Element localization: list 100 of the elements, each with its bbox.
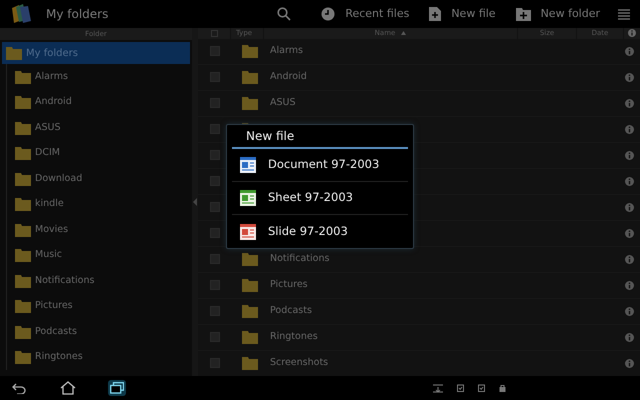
checkbox[interactable] xyxy=(210,332,220,342)
info-icon[interactable] xyxy=(625,332,634,342)
checkbox[interactable] xyxy=(210,176,220,186)
menu-item[interactable]: Slide 97-2003 xyxy=(232,215,408,248)
folder-icon xyxy=(242,330,258,344)
info-icon[interactable] xyxy=(625,306,634,316)
file-name[interactable]: Podcasts xyxy=(270,304,312,318)
folder-icon xyxy=(15,120,31,135)
word-document-icon xyxy=(240,157,256,173)
search-icon[interactable] xyxy=(277,7,292,21)
clock-icon xyxy=(321,7,336,21)
menu-item-label: Slide 97-2003 xyxy=(268,222,348,240)
collapse-arrow-icon xyxy=(193,198,197,206)
tree-item[interactable]: Music xyxy=(7,242,192,268)
folder-icon xyxy=(15,350,31,364)
tree-item[interactable]: Pictures xyxy=(7,294,192,319)
presentation-icon xyxy=(240,224,256,240)
folder-icon xyxy=(15,197,31,212)
info-icon xyxy=(628,29,636,38)
checkbox[interactable] xyxy=(210,358,220,368)
checkbox[interactable] xyxy=(210,98,220,108)
folder-icon xyxy=(15,222,31,237)
recent-apps-icon[interactable] xyxy=(110,382,124,394)
tree-item[interactable]: Podcasts xyxy=(7,319,192,344)
checkbox[interactable] xyxy=(210,150,220,160)
tree-item[interactable]: My folders xyxy=(2,42,190,64)
info-icon[interactable] xyxy=(625,124,634,134)
checkbox[interactable] xyxy=(210,228,220,238)
tree-item[interactable]: Alarms xyxy=(7,64,192,90)
info-icon[interactable] xyxy=(625,228,634,238)
menu-item-label: Document 97-2003 xyxy=(268,156,380,174)
info-icon[interactable] xyxy=(625,202,634,212)
folder-plus-icon xyxy=(516,8,531,20)
clipboard-icon xyxy=(457,384,464,392)
tree-item[interactable]: Download xyxy=(7,166,192,192)
file-name[interactable]: Screenshots xyxy=(270,356,328,370)
lock-icon xyxy=(499,384,506,392)
tree-item[interactable]: Notifications xyxy=(7,268,192,294)
folder-icon xyxy=(15,70,31,84)
folder-icon xyxy=(242,44,258,58)
file-name[interactable]: ASUS xyxy=(270,96,296,110)
info-icon[interactable] xyxy=(625,358,634,368)
checkbox[interactable] xyxy=(210,202,220,212)
menu-item-label: Sheet 97-2003 xyxy=(268,189,353,206)
recent-files-button[interactable]: Recent files xyxy=(313,2,418,26)
folder-icon xyxy=(15,146,31,160)
info-icon[interactable] xyxy=(625,176,634,186)
home-folder-icon xyxy=(6,46,22,60)
tree-item[interactable]: ASUS xyxy=(7,115,192,140)
file-name[interactable]: Pictures xyxy=(270,278,308,292)
menu-item[interactable]: Document 97-2003 xyxy=(232,149,408,182)
folder-icon xyxy=(242,96,258,110)
file-plus-icon xyxy=(429,7,442,21)
back-icon[interactable] xyxy=(12,382,26,394)
tree-item[interactable]: Ringtones xyxy=(7,344,192,370)
folder-icon xyxy=(242,304,258,318)
tree-item[interactable]: kindle xyxy=(7,192,192,217)
info-icon[interactable] xyxy=(625,254,634,264)
info-icon[interactable] xyxy=(625,72,634,82)
info-icon[interactable] xyxy=(625,280,634,290)
home-icon[interactable] xyxy=(60,381,76,395)
splitter-handle[interactable] xyxy=(192,28,198,376)
sort-up-icon xyxy=(401,31,406,36)
folder-icon xyxy=(15,172,31,186)
info-icon[interactable] xyxy=(625,98,634,108)
folder-icon xyxy=(242,70,258,84)
app-logo-icon xyxy=(10,4,32,24)
info-icon[interactable] xyxy=(625,46,634,56)
checkbox[interactable] xyxy=(210,124,220,134)
menu-item[interactable]: Sheet 97-2003 xyxy=(232,182,408,215)
checkbox[interactable] xyxy=(210,254,220,264)
tree-item[interactable]: Movies xyxy=(7,217,192,242)
checkbox[interactable] xyxy=(210,72,220,82)
folder-icon xyxy=(15,274,31,288)
dialog-title: New file xyxy=(232,125,408,149)
checkbox[interactable] xyxy=(210,306,220,316)
tree-item[interactable]: Android xyxy=(7,90,192,115)
checkbox-icon[interactable] xyxy=(210,30,218,37)
clipboard-icon xyxy=(478,384,485,392)
folder-icon xyxy=(15,248,31,262)
file-name[interactable]: Ringtones xyxy=(270,330,318,344)
tree-item[interactable]: DCIM xyxy=(7,140,192,166)
spreadsheet-icon xyxy=(240,190,256,206)
menu-icon[interactable] xyxy=(618,8,630,20)
file-name[interactable]: Notifications xyxy=(270,252,330,266)
folder-icon xyxy=(242,252,258,266)
screen-title: My folders xyxy=(46,6,108,23)
new-file-button[interactable]: New file xyxy=(421,2,504,26)
file-name[interactable]: Android xyxy=(270,70,307,84)
folder-icon xyxy=(15,299,31,314)
folder-icon xyxy=(242,278,258,292)
file-name[interactable]: Alarms xyxy=(270,44,303,58)
folder-icon xyxy=(242,356,258,370)
checkbox[interactable] xyxy=(210,46,220,56)
download-icon xyxy=(433,384,443,392)
info-icon[interactable] xyxy=(625,150,634,160)
folder-icon xyxy=(15,95,31,110)
checkbox[interactable] xyxy=(210,280,220,290)
folder-icon xyxy=(15,324,31,339)
new-folder-button[interactable]: New folder xyxy=(508,2,608,26)
